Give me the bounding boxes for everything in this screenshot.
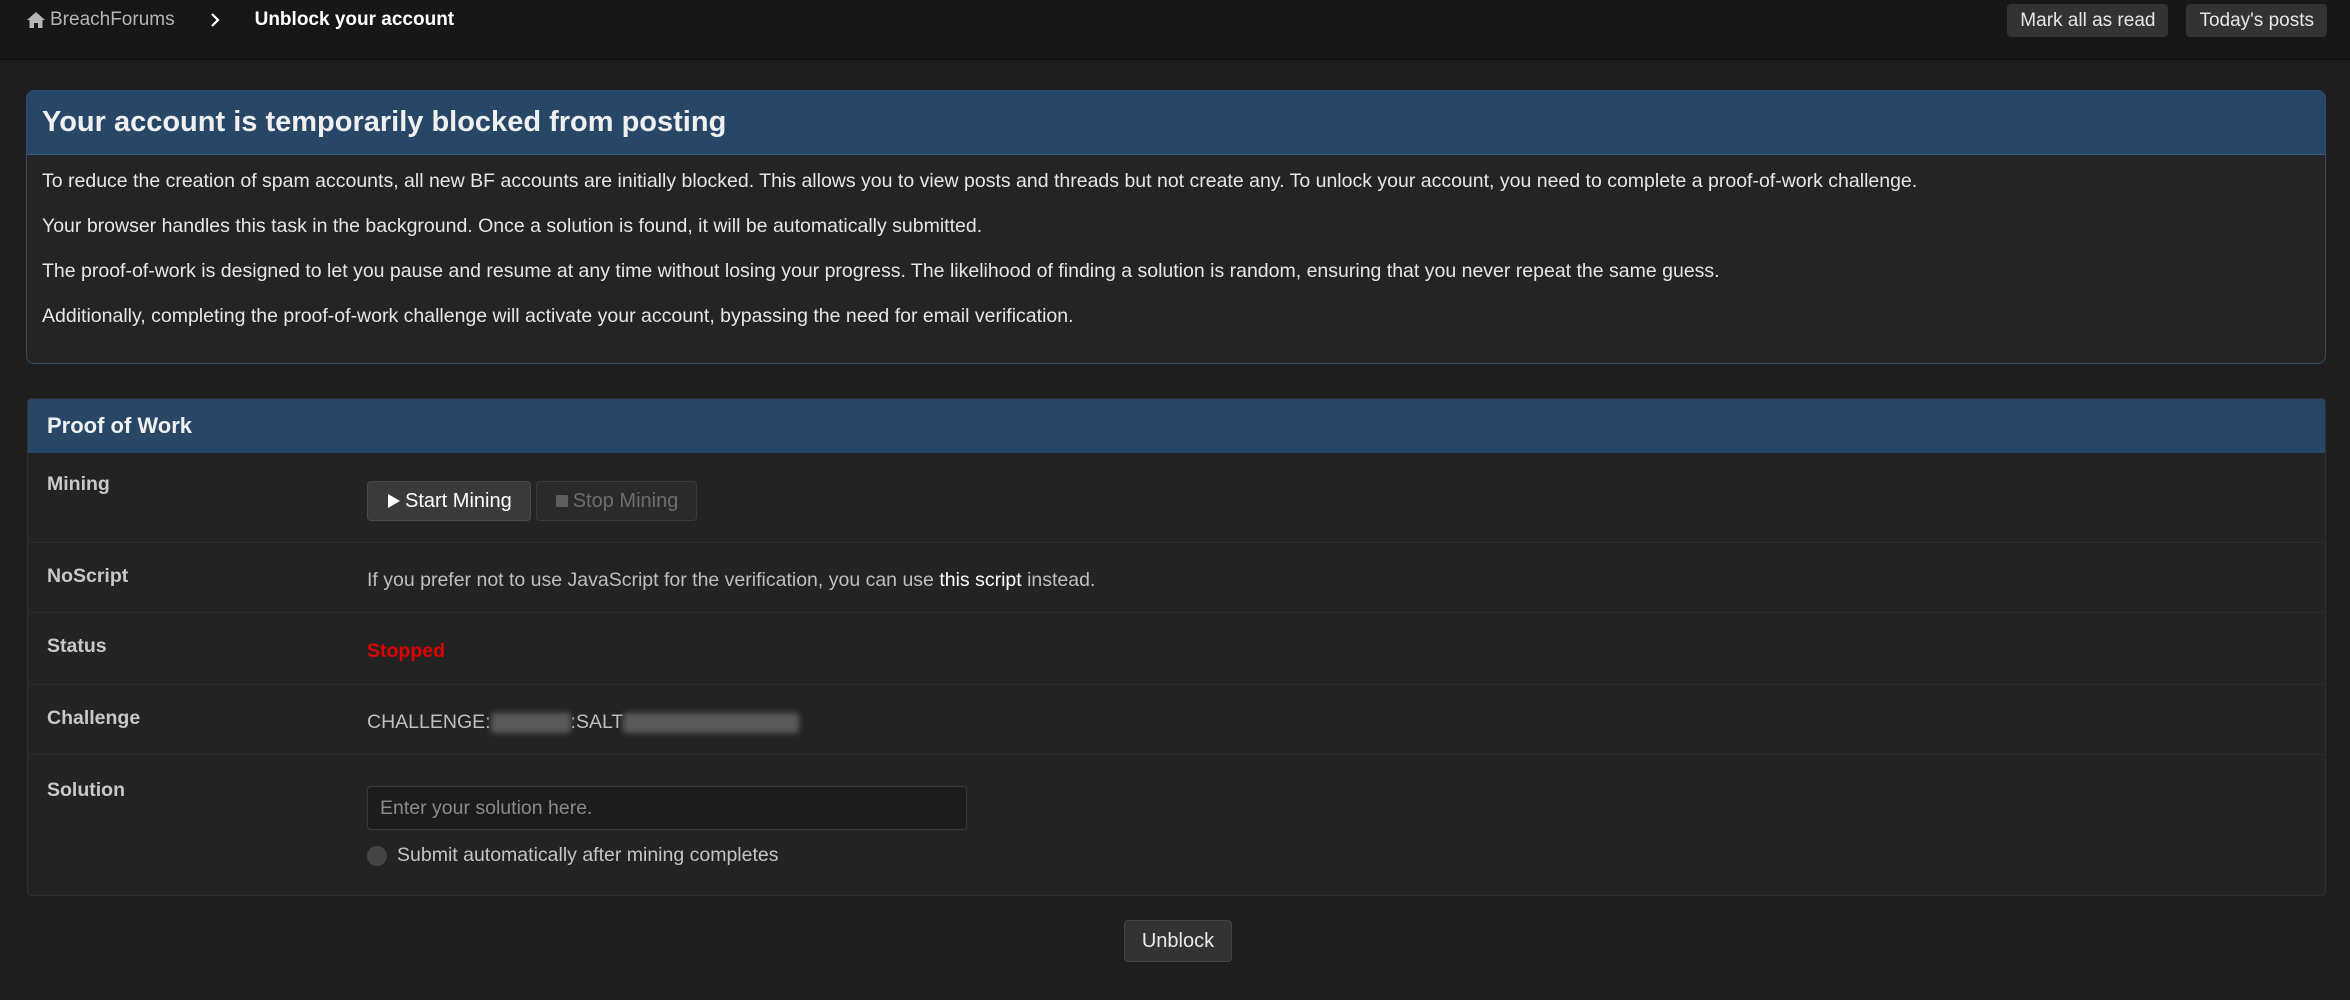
solution-row: Solution Submit automatically after mini… xyxy=(28,755,2325,895)
status-label: Status xyxy=(47,635,107,657)
mining-row: Mining Start Mining Stop Mining xyxy=(28,453,2325,543)
mark-all-read-button[interactable]: Mark all as read xyxy=(2007,4,2169,37)
challenge-label: Challenge xyxy=(47,707,141,729)
blocked-info-panel: Your account is temporarily blocked from… xyxy=(26,90,2326,364)
noscript-script-link[interactable]: this script xyxy=(939,569,1021,591)
noscript-row: NoScript If you prefer not to use JavaSc… xyxy=(28,543,2325,613)
start-mining-button[interactable]: Start Mining xyxy=(367,481,531,521)
mining-label: Mining xyxy=(47,473,110,495)
auto-submit-toggle[interactable]: Submit automatically after mining comple… xyxy=(367,844,779,867)
salt-redacted xyxy=(623,712,800,733)
unblock-button[interactable]: Unblock xyxy=(1124,920,1232,962)
breadcrumb-home-link[interactable]: BreachForums xyxy=(26,9,175,31)
breadcrumb: BreachForums Unblock your account xyxy=(26,8,454,32)
stop-mining-button[interactable]: Stop Mining xyxy=(535,481,698,521)
top-actions: Mark all as read Today's posts xyxy=(2007,4,2327,37)
todays-posts-button[interactable]: Today's posts xyxy=(2186,4,2327,37)
proof-of-work-title: Proof of Work xyxy=(47,413,193,438)
challenge-redacted xyxy=(490,712,571,733)
challenge-row: Challenge CHALLENGE: :SALT xyxy=(28,685,2325,755)
noscript-text-after: instead. xyxy=(1021,569,1096,591)
blocked-info-body: To reduce the creation of spam accounts,… xyxy=(27,155,2325,329)
blocked-info-header: Your account is temporarily blocked from… xyxy=(27,91,2325,155)
challenge-salt-prefix: :SALT xyxy=(570,711,624,733)
proof-of-work-header: Proof of Work xyxy=(28,399,2325,453)
auto-submit-radio[interactable] xyxy=(367,845,387,866)
info-paragraph: The proof-of-work is designed to let you… xyxy=(42,260,1720,282)
info-paragraph: To reduce the creation of spam accounts,… xyxy=(42,170,1918,192)
play-icon xyxy=(388,494,400,508)
noscript-text-before: If you prefer not to use JavaScript for … xyxy=(367,569,940,591)
info-paragraph: Additionally, completing the proof-of-wo… xyxy=(42,305,1074,327)
breadcrumb-current: Unblock your account xyxy=(254,9,455,30)
noscript-label: NoScript xyxy=(47,565,129,587)
start-mining-label: Start Mining xyxy=(405,489,512,512)
chevron-right-icon xyxy=(209,12,221,28)
blocked-info-title: Your account is temporarily blocked from… xyxy=(42,106,727,138)
stop-mining-label: Stop Mining xyxy=(572,489,679,512)
info-paragraph: Your browser handles this task in the ba… xyxy=(42,215,983,237)
challenge-value: CHALLENGE: :SALT xyxy=(367,711,800,734)
mining-controls: Start Mining Stop Mining xyxy=(367,481,698,521)
breadcrumb-home-label: BreachForums xyxy=(50,9,175,30)
top-navigation-bar: BreachForums Unblock your account Mark a… xyxy=(0,0,2350,60)
noscript-text: If you prefer not to use JavaScript for … xyxy=(367,569,1095,592)
home-icon xyxy=(27,12,45,28)
challenge-prefix: CHALLENGE: xyxy=(367,711,491,733)
auto-submit-label: Submit automatically after mining comple… xyxy=(397,844,779,866)
solution-input[interactable] xyxy=(367,786,967,830)
status-value: Stopped xyxy=(367,640,445,662)
stop-icon xyxy=(555,495,568,507)
proof-of-work-panel: Proof of Work Mining Start Mining Stop M… xyxy=(27,398,2326,896)
solution-label: Solution xyxy=(47,779,125,801)
status-row: Status Stopped xyxy=(28,613,2325,685)
